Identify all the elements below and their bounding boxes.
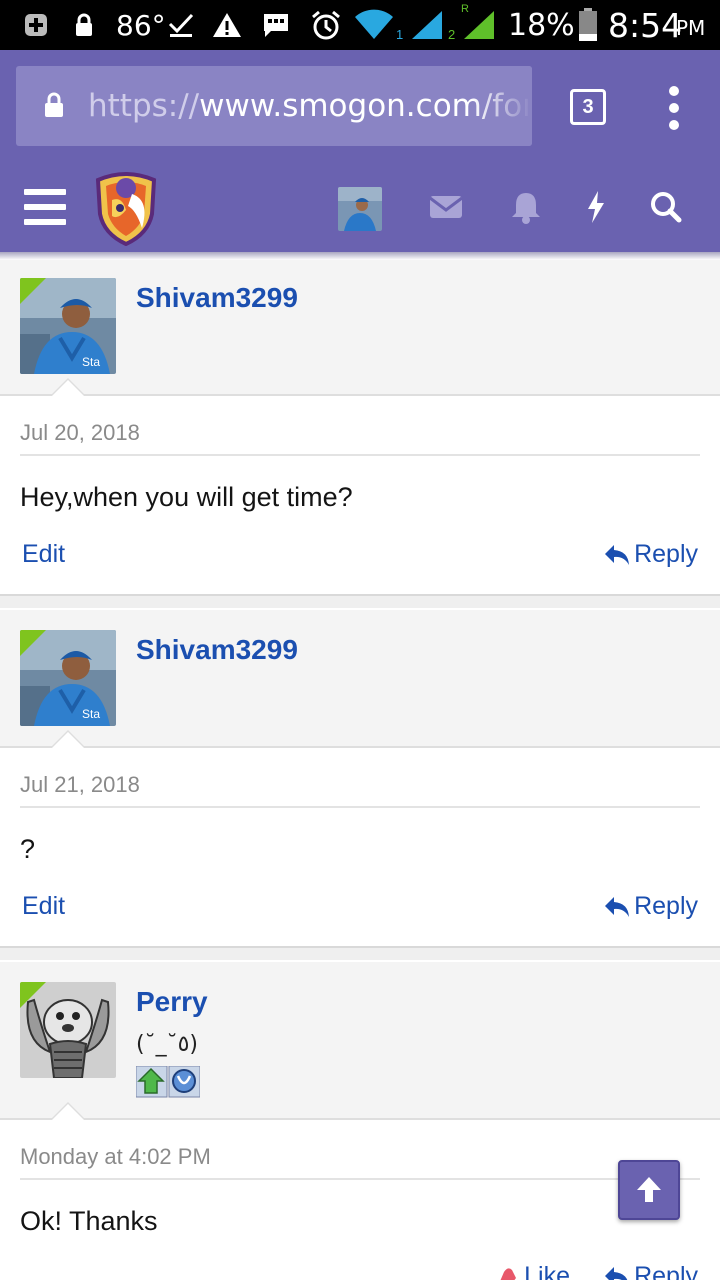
message-user-info: Perry (˘_˘٥)	[0, 962, 720, 1120]
bell-icon[interactable]	[506, 187, 546, 227]
message-separator	[0, 594, 720, 608]
tab-switcher-button[interactable]: 3	[570, 89, 606, 125]
online-indicator	[20, 630, 46, 656]
message-user-info: Sta Shivam3299	[0, 610, 720, 748]
message-user-info: Sta Shivam3299	[0, 260, 720, 396]
reply-link[interactable]: Reply	[604, 892, 698, 921]
signal-icon	[462, 0, 496, 50]
like-link[interactable]: Like	[494, 1262, 570, 1280]
online-indicator	[20, 982, 46, 1008]
scroll-to-top-button[interactable]	[618, 1160, 680, 1220]
envelope-icon[interactable]	[426, 187, 466, 227]
reply-icon	[605, 544, 630, 565]
battery-icon	[578, 0, 598, 50]
username[interactable]: Shivam3299	[136, 282, 298, 314]
lightning-icon[interactable]	[576, 187, 616, 227]
message-content: Jul 20, 2018 Hey,when you will get time?…	[0, 396, 720, 594]
username[interactable]: Shivam3299	[136, 634, 298, 666]
signal-icon	[410, 0, 444, 50]
online-indicator	[20, 278, 46, 304]
status-bar: 86° 1 2 R 18% 8:54 PM	[0, 0, 720, 50]
user-badges	[135, 1065, 201, 1098]
avatar[interactable]: Sta	[20, 278, 116, 374]
url-scheme: https://	[88, 88, 200, 124]
check-icon	[168, 0, 194, 50]
secure-lock-icon	[45, 92, 63, 117]
arrow-up-icon	[637, 1177, 661, 1202]
svg-text:Sta: Sta	[82, 707, 100, 721]
url-text: https://www.smogon.com/for	[88, 66, 528, 146]
warning-icon	[212, 0, 242, 50]
edit-link[interactable]: Edit	[22, 540, 65, 569]
reply-label: Reply	[634, 892, 698, 920]
smogon-logo[interactable]	[92, 170, 160, 247]
username[interactable]: Perry	[136, 986, 208, 1018]
user-avatar[interactable]	[338, 187, 382, 231]
sim2-label: 2	[448, 26, 456, 42]
like-icon	[500, 1267, 517, 1280]
reply-label: Reply	[634, 1262, 698, 1280]
lock-icon	[74, 0, 94, 50]
search-icon[interactable]	[646, 187, 686, 227]
avatar[interactable]	[20, 982, 116, 1078]
reply-icon	[605, 896, 630, 917]
message-date[interactable]: Jul 20, 2018	[20, 420, 140, 446]
edit-link[interactable]: Edit	[22, 892, 65, 921]
clock-ampm: PM	[676, 16, 706, 40]
divider	[20, 806, 700, 808]
reply-link[interactable]: Reply	[604, 1262, 698, 1280]
message-content: Monday at 4:02 PM Ok! Thanks Like Reply	[0, 1120, 720, 1280]
message-icon	[262, 0, 290, 50]
reply-label: Reply	[634, 540, 698, 568]
svg-text:Sta: Sta	[82, 355, 100, 369]
user-title: (˘_˘٥)	[136, 1032, 199, 1057]
message-text: ?	[20, 834, 36, 864]
message-date[interactable]: Jul 21, 2018	[20, 772, 140, 798]
divider	[20, 454, 700, 456]
reply-icon	[605, 1266, 628, 1280]
message-separator	[0, 946, 720, 960]
like-label: Like	[524, 1262, 570, 1280]
battery-percent: 18%	[508, 7, 575, 43]
reply-link[interactable]: Reply	[604, 540, 698, 569]
wifi-icon	[354, 0, 394, 50]
message-text: Ok! Thanks	[20, 1206, 158, 1236]
plus-icon	[24, 0, 48, 50]
temperature-label: 86°	[116, 8, 166, 42]
clock-time: 8:54	[608, 5, 683, 45]
menu-icon[interactable]	[24, 189, 66, 225]
browser-toolbar: https://www.smogon.com/for 3	[0, 50, 720, 163]
alarm-icon	[310, 0, 342, 50]
message-content: Jul 21, 2018 ? Edit Reply	[0, 748, 720, 944]
message-date[interactable]: Monday at 4:02 PM	[20, 1144, 211, 1170]
message-text: Hey,when you will get time?	[20, 482, 353, 512]
url-bar[interactable]: https://www.smogon.com/for	[16, 66, 532, 146]
avatar[interactable]: Sta	[20, 630, 116, 726]
overflow-menu-icon[interactable]	[662, 86, 686, 130]
divider	[20, 1178, 700, 1180]
site-navigation	[0, 163, 720, 252]
sim1-label: 1	[396, 26, 404, 42]
